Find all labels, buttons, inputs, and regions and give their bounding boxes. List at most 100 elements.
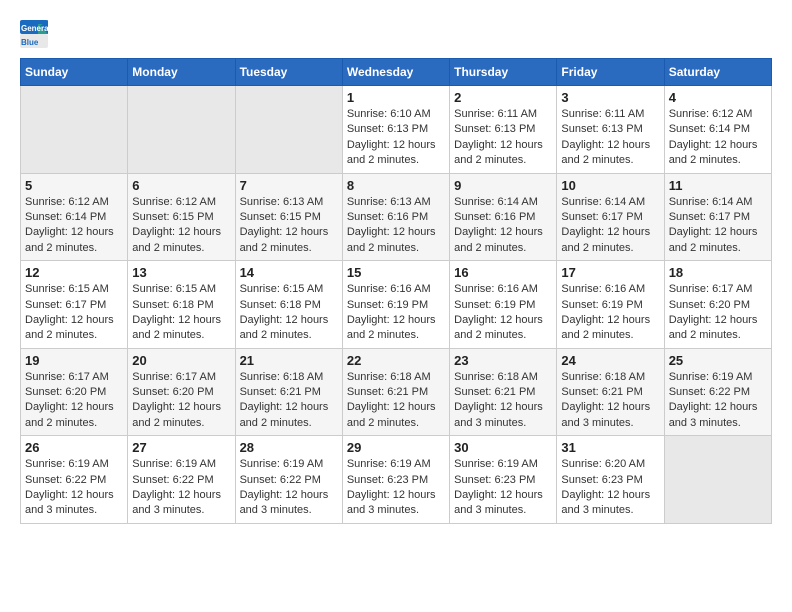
day-number: 21 bbox=[240, 353, 338, 368]
svg-text:Blue: Blue bbox=[21, 38, 39, 47]
day-number: 22 bbox=[347, 353, 445, 368]
day-info: Sunrise: 6:12 AM Sunset: 6:15 PM Dayligh… bbox=[132, 195, 230, 257]
day-info: Sunrise: 6:15 AM Sunset: 6:17 PM Dayligh… bbox=[25, 282, 123, 344]
day-info: Sunrise: 6:19 AM Sunset: 6:23 PM Dayligh… bbox=[454, 457, 552, 519]
logo-icon: General Blue bbox=[20, 20, 48, 48]
day-info: Sunrise: 6:19 AM Sunset: 6:22 PM Dayligh… bbox=[669, 370, 767, 432]
calendar: SundayMondayTuesdayWednesdayThursdayFrid… bbox=[20, 58, 772, 524]
calendar-cell: 29 Sunrise: 6:19 AM Sunset: 6:23 PM Dayli… bbox=[342, 436, 449, 524]
calendar-cell: 11 Sunrise: 6:14 AM Sunset: 6:17 PM Dayli… bbox=[664, 173, 771, 261]
calendar-cell: 15 Sunrise: 6:16 AM Sunset: 6:19 PM Dayli… bbox=[342, 261, 449, 349]
calendar-cell bbox=[128, 86, 235, 174]
day-number: 12 bbox=[25, 265, 123, 280]
calendar-cell: 10 Sunrise: 6:14 AM Sunset: 6:17 PM Dayli… bbox=[557, 173, 664, 261]
calendar-week-1: 1Sunrise: 6:10 AM Sunset: 6:13 PM Daylig… bbox=[21, 86, 772, 174]
day-info: Sunrise: 6:13 AM Sunset: 6:16 PM Dayligh… bbox=[347, 195, 445, 257]
calendar-cell: 3 Sunrise: 6:11 AM Sunset: 6:13 PM Daylig… bbox=[557, 86, 664, 174]
calendar-cell: 24 Sunrise: 6:18 AM Sunset: 6:21 PM Dayli… bbox=[557, 348, 664, 436]
day-number: 20 bbox=[132, 353, 230, 368]
calendar-cell: 28Sunrise: 6:19 AM Sunset: 6:22 PM Dayli… bbox=[235, 436, 342, 524]
day-number: 30 bbox=[454, 440, 552, 455]
day-info: Sunrise: 6:16 AM Sunset: 6:19 PM Dayligh… bbox=[454, 282, 552, 344]
day-number: 27 bbox=[132, 440, 230, 455]
calendar-cell: 14 Sunrise: 6:15 AM Sunset: 6:18 PM Dayli… bbox=[235, 261, 342, 349]
day-number: 7 bbox=[240, 178, 338, 193]
calendar-cell: 5 Sunrise: 6:12 AM Sunset: 6:14 PM Daylig… bbox=[21, 173, 128, 261]
day-number: 1 bbox=[347, 90, 445, 105]
svg-text:General: General bbox=[21, 24, 48, 33]
day-info: Sunrise: 6:17 AM Sunset: 6:20 PM Dayligh… bbox=[669, 282, 767, 344]
day-number: 16 bbox=[454, 265, 552, 280]
logo: General Blue bbox=[20, 20, 52, 48]
day-number: 25 bbox=[669, 353, 767, 368]
calendar-week-4: 19 Sunrise: 6:17 AM Sunset: 6:20 PM Dayli… bbox=[21, 348, 772, 436]
day-info: Sunrise: 6:14 AM Sunset: 6:17 PM Dayligh… bbox=[561, 195, 659, 257]
day-info: Sunrise: 6:18 AM Sunset: 6:21 PM Dayligh… bbox=[347, 370, 445, 432]
calendar-cell: 16 Sunrise: 6:16 AM Sunset: 6:19 PM Dayli… bbox=[450, 261, 557, 349]
day-number: 15 bbox=[347, 265, 445, 280]
day-number: 19 bbox=[25, 353, 123, 368]
calendar-cell: 7 Sunrise: 6:13 AM Sunset: 6:15 PM Daylig… bbox=[235, 173, 342, 261]
weekday-header-row: SundayMondayTuesdayWednesdayThursdayFrid… bbox=[21, 59, 772, 86]
calendar-cell: 2Sunrise: 6:11 AM Sunset: 6:13 PM Daylig… bbox=[450, 86, 557, 174]
calendar-cell bbox=[21, 86, 128, 174]
day-info: Sunrise: 6:18 AM Sunset: 6:21 PM Dayligh… bbox=[240, 370, 338, 432]
day-number: 5 bbox=[25, 178, 123, 193]
calendar-cell: 23 Sunrise: 6:18 AM Sunset: 6:21 PM Dayli… bbox=[450, 348, 557, 436]
day-number: 29 bbox=[347, 440, 445, 455]
day-info: Sunrise: 6:11 AM Sunset: 6:13 PM Dayligh… bbox=[561, 107, 659, 169]
day-info: Sunrise: 6:18 AM Sunset: 6:21 PM Dayligh… bbox=[561, 370, 659, 432]
calendar-cell bbox=[235, 86, 342, 174]
calendar-cell: 8Sunrise: 6:13 AM Sunset: 6:16 PM Daylig… bbox=[342, 173, 449, 261]
day-info: Sunrise: 6:16 AM Sunset: 6:19 PM Dayligh… bbox=[347, 282, 445, 344]
day-number: 4 bbox=[669, 90, 767, 105]
calendar-cell: 13Sunrise: 6:15 AM Sunset: 6:18 PM Dayli… bbox=[128, 261, 235, 349]
day-info: Sunrise: 6:16 AM Sunset: 6:19 PM Dayligh… bbox=[561, 282, 659, 344]
day-info: Sunrise: 6:20 AM Sunset: 6:23 PM Dayligh… bbox=[561, 457, 659, 519]
calendar-cell: 31 Sunrise: 6:20 AM Sunset: 6:23 PM Dayli… bbox=[557, 436, 664, 524]
calendar-week-5: 26 Sunrise: 6:19 AM Sunset: 6:22 PM Dayli… bbox=[21, 436, 772, 524]
day-number: 18 bbox=[669, 265, 767, 280]
weekday-header-saturday: Saturday bbox=[664, 59, 771, 86]
day-info: Sunrise: 6:17 AM Sunset: 6:20 PM Dayligh… bbox=[25, 370, 123, 432]
weekday-header-wednesday: Wednesday bbox=[342, 59, 449, 86]
page-header: General Blue bbox=[20, 20, 772, 48]
day-info: Sunrise: 6:12 AM Sunset: 6:14 PM Dayligh… bbox=[669, 107, 767, 169]
day-number: 26 bbox=[25, 440, 123, 455]
day-info: Sunrise: 6:14 AM Sunset: 6:17 PM Dayligh… bbox=[669, 195, 767, 257]
calendar-cell: 26 Sunrise: 6:19 AM Sunset: 6:22 PM Dayli… bbox=[21, 436, 128, 524]
day-info: Sunrise: 6:13 AM Sunset: 6:15 PM Dayligh… bbox=[240, 195, 338, 257]
day-number: 11 bbox=[669, 178, 767, 193]
weekday-header-friday: Friday bbox=[557, 59, 664, 86]
day-number: 17 bbox=[561, 265, 659, 280]
calendar-cell: 25 Sunrise: 6:19 AM Sunset: 6:22 PM Dayli… bbox=[664, 348, 771, 436]
calendar-cell: 18 Sunrise: 6:17 AM Sunset: 6:20 PM Dayli… bbox=[664, 261, 771, 349]
calendar-cell: 17 Sunrise: 6:16 AM Sunset: 6:19 PM Dayli… bbox=[557, 261, 664, 349]
calendar-week-3: 12 Sunrise: 6:15 AM Sunset: 6:17 PM Dayli… bbox=[21, 261, 772, 349]
weekday-header-monday: Monday bbox=[128, 59, 235, 86]
day-info: Sunrise: 6:18 AM Sunset: 6:21 PM Dayligh… bbox=[454, 370, 552, 432]
calendar-week-2: 5 Sunrise: 6:12 AM Sunset: 6:14 PM Daylig… bbox=[21, 173, 772, 261]
day-info: Sunrise: 6:14 AM Sunset: 6:16 PM Dayligh… bbox=[454, 195, 552, 257]
calendar-cell: 19 Sunrise: 6:17 AM Sunset: 6:20 PM Dayli… bbox=[21, 348, 128, 436]
calendar-cell: 22 Sunrise: 6:18 AM Sunset: 6:21 PM Dayli… bbox=[342, 348, 449, 436]
day-number: 23 bbox=[454, 353, 552, 368]
weekday-header-tuesday: Tuesday bbox=[235, 59, 342, 86]
day-info: Sunrise: 6:19 AM Sunset: 6:23 PM Dayligh… bbox=[347, 457, 445, 519]
day-number: 31 bbox=[561, 440, 659, 455]
day-info: Sunrise: 6:19 AM Sunset: 6:22 PM Dayligh… bbox=[132, 457, 230, 519]
day-number: 2 bbox=[454, 90, 552, 105]
day-number: 24 bbox=[561, 353, 659, 368]
calendar-cell: 21 Sunrise: 6:18 AM Sunset: 6:21 PM Dayli… bbox=[235, 348, 342, 436]
day-number: 6 bbox=[132, 178, 230, 193]
day-number: 14 bbox=[240, 265, 338, 280]
day-info: Sunrise: 6:15 AM Sunset: 6:18 PM Dayligh… bbox=[240, 282, 338, 344]
calendar-cell bbox=[664, 436, 771, 524]
weekday-header-thursday: Thursday bbox=[450, 59, 557, 86]
day-info: Sunrise: 6:12 AM Sunset: 6:14 PM Dayligh… bbox=[25, 195, 123, 257]
day-number: 3 bbox=[561, 90, 659, 105]
day-number: 10 bbox=[561, 178, 659, 193]
day-info: Sunrise: 6:19 AM Sunset: 6:22 PM Dayligh… bbox=[25, 457, 123, 519]
day-number: 28 bbox=[240, 440, 338, 455]
day-number: 13 bbox=[132, 265, 230, 280]
